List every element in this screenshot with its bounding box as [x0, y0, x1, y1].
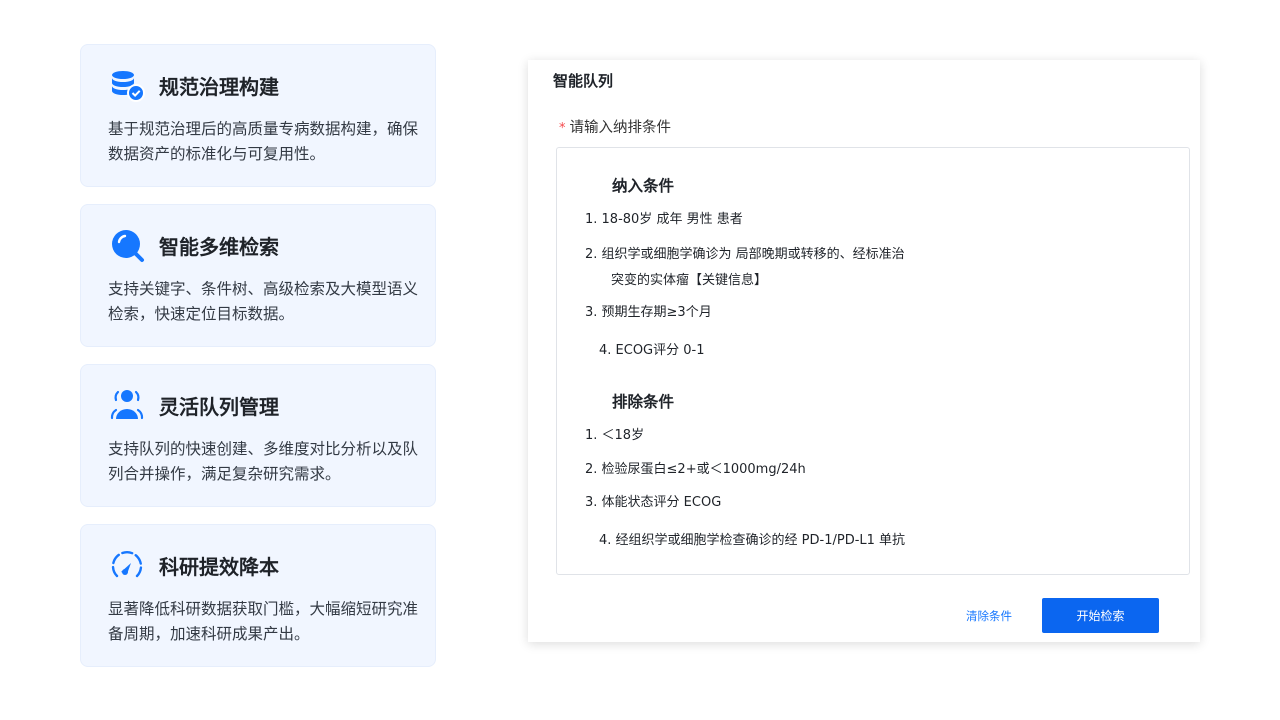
card-description: 支持关键字、条件树、高级检索及大模型语义检索，快速定位目标数据。	[108, 280, 419, 323]
smart-cohort-panel: 智能队列 * 请输入纳排条件 纳入条件 1. 18-80岁 成年 男性 患者 2.…	[528, 60, 1200, 642]
search-icon	[109, 227, 145, 263]
exclusion-title: 排除条件	[612, 393, 675, 411]
feature-card-efficiency: 科研提效降本 显著降低科研数据获取门槛，大幅缩短研究准备周期，加速科研成果产出。	[80, 524, 436, 667]
criteria-input-box[interactable]: 纳入条件 1. 18-80岁 成年 男性 患者 2. 组织学或细胞学确诊为 局部…	[556, 147, 1190, 575]
user-group-icon	[109, 387, 145, 423]
card-title: 智能多维检索	[159, 234, 279, 259]
card-description: 基于规范治理后的高质量专病数据构建，确保数据资产的标准化与可复用性。	[108, 120, 419, 163]
card-title: 规范治理构建	[159, 74, 279, 99]
card-title: 灵活队列管理	[159, 394, 279, 419]
database-check-icon	[109, 67, 145, 103]
card-description: 支持队列的快速创建、多维度对比分析以及队列合并操作，满足复杂研究需求。	[108, 440, 419, 483]
speedometer-icon	[109, 547, 145, 583]
card-description: 显著降低科研数据获取门槛，大幅缩短研究准备周期，加速科研成果产出。	[108, 600, 419, 643]
required-mark: *	[559, 121, 566, 136]
exclusion-item: 3. 体能状态评分 ECOG	[585, 495, 722, 510]
exclusion-item: 2. 检验尿蛋白≤2+或＜1000mg/24h	[585, 462, 806, 477]
card-title: 科研提效降本	[159, 554, 279, 579]
criteria-label-text: 请输入纳排条件	[569, 120, 672, 136]
inclusion-item-continued: 突变的实体瘤【关键信息】	[611, 273, 768, 288]
feature-card-search: 智能多维检索 支持关键字、条件树、高级检索及大模型语义检索，快速定位目标数据。	[80, 204, 436, 347]
feature-card-cohort: 灵活队列管理 支持队列的快速创建、多维度对比分析以及队列合并操作，满足复杂研究需…	[80, 364, 436, 507]
feature-card-governance: 规范治理构建 基于规范治理后的高质量专病数据构建，确保数据资产的标准化与可复用性…	[80, 44, 436, 187]
inclusion-item: 1. 18-80岁 成年 男性 患者	[585, 212, 743, 227]
criteria-field-label: * 请输入纳排条件	[559, 116, 671, 137]
start-search-button[interactable]: 开始检索	[1042, 598, 1159, 633]
inclusion-title: 纳入条件	[612, 177, 675, 195]
inclusion-item: 4. ECOG评分 0-1	[599, 343, 705, 358]
clear-conditions-link[interactable]: 清除条件	[966, 608, 1012, 624]
exclusion-item: 1. ＜18岁	[585, 428, 645, 443]
inclusion-item: 3. 预期生存期≥3个月	[585, 305, 712, 320]
exclusion-item: 4. 经组织学或细胞学检查确诊的经 PD-1/PD-L1 单抗	[599, 533, 906, 548]
panel-title: 智能队列	[553, 72, 614, 90]
